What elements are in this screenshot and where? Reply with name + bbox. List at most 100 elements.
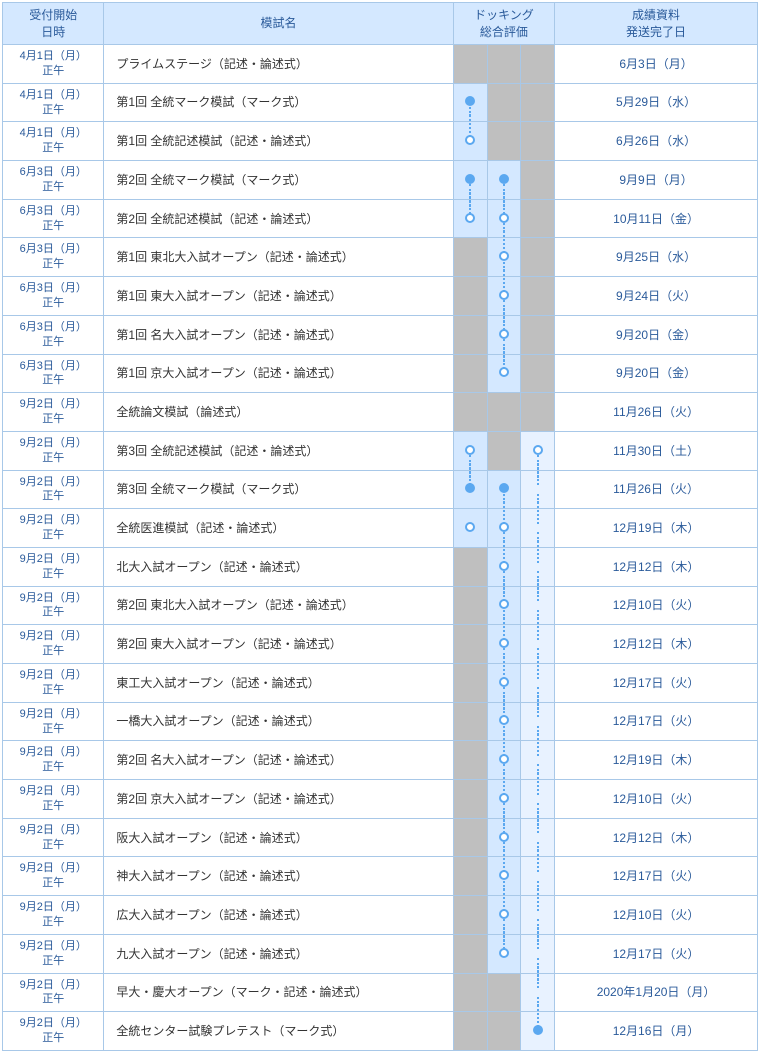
docking-cell	[453, 393, 487, 432]
docking-cell	[521, 161, 555, 200]
docking-cell	[521, 315, 555, 354]
table-row: 9月2日（月）正午第2回 東大入試オープン（記述・論述式）12月12日（木）	[3, 625, 758, 664]
docking-cell	[521, 238, 555, 277]
docking-dot-icon	[499, 638, 509, 648]
exam-name: 第2回 全統記述模試（記述・論述式）	[104, 199, 453, 238]
reception-date: 6月3日（月）正午	[3, 315, 104, 354]
reception-date: 9月2日（月）正午	[3, 470, 104, 509]
docking-cell	[487, 973, 521, 1012]
docking-cell	[521, 1012, 555, 1051]
docking-cell	[487, 122, 521, 161]
shipping-date: 12月12日（木）	[555, 818, 758, 857]
docking-cell	[487, 431, 521, 470]
docking-cell	[453, 122, 487, 161]
docking-cell	[521, 122, 555, 161]
reception-date: 9月2日（月）正午	[3, 934, 104, 973]
exam-name: 第1回 名大入試オープン（記述・論述式）	[104, 315, 453, 354]
shipping-date: 11月26日（火）	[555, 393, 758, 432]
shipping-date: 9月24日（火）	[555, 277, 758, 316]
docking-cell	[487, 45, 521, 84]
docking-cell	[453, 741, 487, 780]
table-row: 9月2日（月）正午第3回 全統記述模試（記述・論述式）11月30日（土）	[3, 431, 758, 470]
exam-name: プライムステージ（記述・論述式）	[104, 45, 453, 84]
shipping-date: 12月17日（火）	[555, 934, 758, 973]
table-row: 6月3日（月）正午第2回 全統記述模試（記述・論述式）10月11日（金）	[3, 199, 758, 238]
docking-dot-icon	[465, 96, 475, 106]
header-date: 受付開始日時	[3, 3, 104, 45]
table-row: 9月2日（月）正午北大入試オープン（記述・論述式）12月12日（木）	[3, 547, 758, 586]
table-row: 9月2日（月）正午第2回 東北大入試オープン（記述・論述式）12月10日（火）	[3, 586, 758, 625]
reception-date: 9月2日（月）正午	[3, 702, 104, 741]
shipping-date: 9月20日（金）	[555, 315, 758, 354]
docking-dot-icon	[465, 483, 475, 493]
docking-cell	[521, 45, 555, 84]
table-row: 9月2日（月）正午東工大入試オープン（記述・論述式）12月17日（火）	[3, 664, 758, 703]
table-row: 6月3日（月）正午第1回 東大入試オープン（記述・論述式）9月24日（火）	[3, 277, 758, 316]
shipping-date: 12月16日（月）	[555, 1012, 758, 1051]
docking-cell	[453, 625, 487, 664]
shipping-date: 10月11日（金）	[555, 199, 758, 238]
shipping-date: 12月19日（木）	[555, 509, 758, 548]
reception-date: 9月2日（月）正午	[3, 625, 104, 664]
docking-dot-icon	[499, 174, 509, 184]
shipping-date: 9月20日（金）	[555, 354, 758, 393]
docking-cell	[453, 973, 487, 1012]
table-row: 9月2日（月）正午第2回 名大入試オープン（記述・論述式）12月19日（木）	[3, 741, 758, 780]
exam-name: 北大入試オープン（記述・論述式）	[104, 547, 453, 586]
exam-name: 第3回 全統記述模試（記述・論述式）	[104, 431, 453, 470]
table-row: 9月2日（月）正午全統センター試験プレテスト（マーク式）12月16日（月）	[3, 1012, 758, 1051]
docking-cell	[487, 1012, 521, 1051]
reception-date: 4月1日（月）正午	[3, 122, 104, 161]
exam-schedule-table: 受付開始日時 模試名 ドッキング総合評価 成績資料発送完了日 4月1日（月）正午…	[2, 2, 758, 1051]
reception-date: 9月2日（月）正午	[3, 586, 104, 625]
docking-dot-icon	[465, 174, 475, 184]
table-row: 9月2日（月）正午九大入試オープン（記述・論述式）12月17日（火）	[3, 934, 758, 973]
shipping-date: 9月9日（月）	[555, 161, 758, 200]
table-row: 4月1日（月）正午第1回 全統マーク模試（マーク式）5月29日（水）	[3, 83, 758, 122]
header-ship-date: 成績資料発送完了日	[555, 3, 758, 45]
docking-dot-icon	[465, 445, 475, 455]
docking-dot-icon	[499, 793, 509, 803]
docking-dot-icon	[499, 367, 509, 377]
reception-date: 9月2日（月）正午	[3, 857, 104, 896]
reception-date: 9月2日（月）正午	[3, 1012, 104, 1051]
docking-cell	[453, 664, 487, 703]
reception-date: 9月2日（月）正午	[3, 393, 104, 432]
exam-name: 第2回 全統マーク模試（マーク式）	[104, 161, 453, 200]
docking-cell	[453, 586, 487, 625]
shipping-date: 12月19日（木）	[555, 741, 758, 780]
docking-dot-icon	[499, 213, 509, 223]
docking-cell	[521, 277, 555, 316]
table-row: 9月2日（月）正午早大・慶大オープン（マーク・記述・論述式）2020年1月20日…	[3, 973, 758, 1012]
docking-cell	[453, 199, 487, 238]
shipping-date: 11月30日（土）	[555, 431, 758, 470]
table-row: 9月2日（月）正午第3回 全統マーク模試（マーク式）11月26日（火）	[3, 470, 758, 509]
reception-date: 9月2日（月）正午	[3, 547, 104, 586]
reception-date: 9月2日（月）正午	[3, 509, 104, 548]
docking-cell	[453, 857, 487, 896]
shipping-date: 2020年1月20日（月）	[555, 973, 758, 1012]
reception-date: 4月1日（月）正午	[3, 83, 104, 122]
docking-dot-icon	[499, 948, 509, 958]
docking-dot-icon	[499, 715, 509, 725]
docking-cell	[453, 547, 487, 586]
docking-dot-icon	[499, 677, 509, 687]
exam-name: 神大入試オープン（記述・論述式）	[104, 857, 453, 896]
shipping-date: 12月17日（火）	[555, 702, 758, 741]
shipping-date: 12月17日（火）	[555, 857, 758, 896]
docking-dot-icon	[499, 754, 509, 764]
shipping-date: 12月12日（木）	[555, 625, 758, 664]
docking-cell	[453, 315, 487, 354]
table-row: 4月1日（月）正午第1回 全統記述模試（記述・論述式）6月26日（水）	[3, 122, 758, 161]
reception-date: 9月2日（月）正午	[3, 896, 104, 935]
docking-dot-icon	[465, 135, 475, 145]
exam-name: 第2回 京大入試オープン（記述・論述式）	[104, 780, 453, 819]
docking-dot-icon	[499, 483, 509, 493]
table-row: 6月3日（月）正午第1回 名大入試オープン（記述・論述式） 9月20日（金）	[3, 315, 758, 354]
reception-date: 6月3日（月）正午	[3, 161, 104, 200]
reception-date: 6月3日（月）正午	[3, 277, 104, 316]
docking-dot-icon	[499, 870, 509, 880]
docking-cell	[453, 780, 487, 819]
table-row: 6月3日（月）正午第1回 東北大入試オープン（記述・論述式）9月25日（水）	[3, 238, 758, 277]
docking-dot-icon	[499, 599, 509, 609]
